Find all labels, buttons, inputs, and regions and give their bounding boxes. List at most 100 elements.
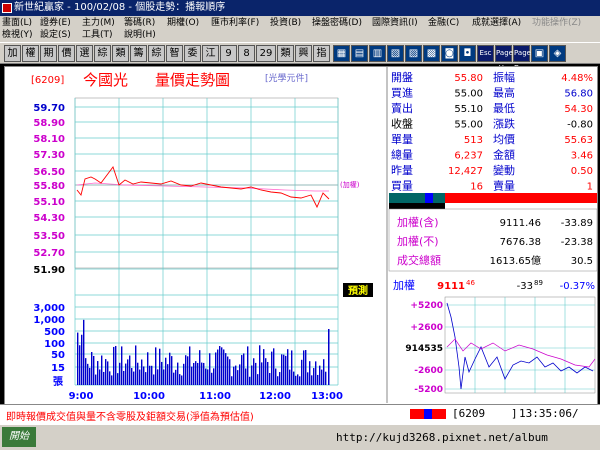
- menu-item-invest[interactable]: 投資(B): [270, 17, 301, 30]
- volume-bar: [79, 345, 81, 385]
- chart-icon[interactable]: ▤: [351, 45, 368, 62]
- menu-item-trade-code[interactable]: 操盤密碼(D): [312, 17, 362, 30]
- esc-icon[interactable]: Esc: [477, 45, 494, 62]
- volume-bar: [113, 346, 115, 385]
- menu-item-settings[interactable]: 設定(S): [40, 29, 71, 42]
- quote-label: 昨量: [391, 164, 413, 177]
- volume-bar: [145, 372, 147, 385]
- toolbar-btn-4[interactable]: 價: [58, 45, 75, 62]
- list-icon[interactable]: ▥: [369, 45, 386, 62]
- menu-item-function[interactable]: 功能操作(Z): [532, 17, 581, 30]
- quote-label: 賣出: [391, 101, 413, 115]
- toolbar-btn-18[interactable]: 指: [313, 45, 330, 62]
- quote-value: 3.46: [571, 151, 593, 162]
- volume-bar: [157, 369, 159, 385]
- toolbar-btn-1[interactable]: 加: [4, 45, 21, 62]
- volume-bar: [205, 368, 207, 385]
- toolbar-btn-5[interactable]: 選: [76, 45, 93, 62]
- index-row-value: 1613.65億: [490, 254, 541, 267]
- volume-bar: [125, 363, 127, 385]
- quote-label: 振幅: [493, 70, 515, 84]
- page-up-icon[interactable]: Page Up: [495, 45, 513, 72]
- price-tick: 58.10: [33, 134, 65, 145]
- price-tick: 55.80: [33, 181, 65, 192]
- menu-item-intl-info[interactable]: 國際資訊(I): [372, 17, 418, 30]
- quote-label: 最低: [493, 102, 515, 115]
- quote-value: -0.80: [567, 120, 593, 131]
- settings-icon[interactable]: ◘: [459, 45, 476, 62]
- menu-item-options[interactable]: 期權(O): [167, 17, 199, 30]
- quote-value: 513: [464, 135, 483, 146]
- toolbar-btn-11[interactable]: 委: [184, 45, 201, 62]
- menu-item-forex[interactable]: 匯市利率(F): [211, 17, 259, 30]
- code-input-close: ]: [511, 407, 518, 420]
- price-tick: 58.90: [33, 118, 65, 129]
- volume-bar: [211, 372, 213, 385]
- toolbar-btn-8[interactable]: 籌: [130, 45, 147, 62]
- volume-bar: [237, 370, 239, 385]
- volume-bar: [229, 359, 231, 385]
- start-button[interactable]: 開始: [2, 427, 36, 447]
- grid-icon[interactable]: ▦: [333, 45, 350, 62]
- quote-value: 16: [470, 182, 483, 193]
- toolbar-btn-14[interactable]: 8: [238, 45, 255, 62]
- code-input[interactable]: [6209: [452, 407, 485, 420]
- volume-bar: [187, 356, 189, 385]
- toolbar-btn-7[interactable]: 類: [112, 45, 129, 62]
- volume-bar: [115, 345, 117, 385]
- quote-label: 變動: [493, 163, 515, 177]
- toolbar-btn-6[interactable]: 綜: [94, 45, 111, 62]
- volume-bar: [171, 356, 173, 385]
- volume-bar: [155, 347, 157, 385]
- toolbar-btn-13[interactable]: 9: [220, 45, 237, 62]
- toolbar-btn-17[interactable]: 興: [295, 45, 312, 62]
- volume-bar: [209, 353, 211, 385]
- menu-item-finance[interactable]: 金融(C): [428, 17, 459, 30]
- toolbar-btn-2[interactable]: 權: [22, 45, 39, 62]
- volume-bar: [143, 366, 145, 385]
- data-icon[interactable]: ▨: [405, 45, 422, 62]
- menu-item-select[interactable]: 成就選擇(A): [472, 17, 521, 30]
- volume-bar: [141, 359, 143, 385]
- volume-bar: [193, 362, 195, 385]
- toolbar-btn-3[interactable]: 期: [40, 45, 57, 62]
- volume-bar: [297, 374, 299, 385]
- clock: 13:35:06/: [519, 407, 579, 420]
- quote-label: 收盤: [391, 117, 413, 131]
- toolbar-btn-10[interactable]: 智: [166, 45, 183, 62]
- page-down-icon[interactable]: Page Down: [513, 45, 534, 72]
- app-icon: [2, 3, 12, 13]
- volume-bar: [227, 356, 229, 385]
- toolbar-btn-16[interactable]: 類: [277, 45, 294, 62]
- volume-bar: [275, 368, 277, 385]
- volume-bar: [245, 368, 247, 385]
- volume-bar: [247, 346, 249, 385]
- quote-value: 55.10: [454, 104, 483, 115]
- price-tick: 56.50: [33, 167, 65, 178]
- table-icon[interactable]: ▧: [387, 45, 404, 62]
- price-tick: 54.30: [33, 213, 65, 224]
- quote-value: 56.80: [564, 89, 593, 100]
- menu-item-view[interactable]: 檢視(Y): [2, 29, 33, 42]
- volume-bar: [123, 370, 125, 385]
- window-icon[interactable]: ▩: [423, 45, 440, 62]
- refresh-icon[interactable]: ◙: [441, 45, 458, 62]
- quote-value: 12,427: [448, 166, 483, 177]
- volume-bar: [77, 332, 79, 385]
- volume-bar: [199, 350, 201, 385]
- volume-tick: 100: [44, 339, 65, 350]
- toolbar-btn-15[interactable]: 29: [256, 45, 276, 62]
- print-icon[interactable]: ▣: [531, 45, 548, 62]
- toolbar-btn-12[interactable]: 江: [202, 45, 219, 62]
- toolbar-btn-9[interactable]: 綜: [148, 45, 165, 62]
- mini-index-change-decimal: 89: [534, 279, 543, 287]
- volume-bar: [121, 346, 123, 385]
- volume-bar: [163, 369, 165, 385]
- volume-bar: [189, 346, 191, 385]
- volume-bar: [153, 374, 155, 385]
- volume-bar: [261, 362, 263, 385]
- volume-bar: [287, 349, 289, 385]
- zoom-icon[interactable]: ◈: [549, 45, 566, 62]
- menu-item-tools[interactable]: 工具(T): [82, 29, 113, 42]
- menu-item-help[interactable]: 說明(H): [124, 29, 156, 42]
